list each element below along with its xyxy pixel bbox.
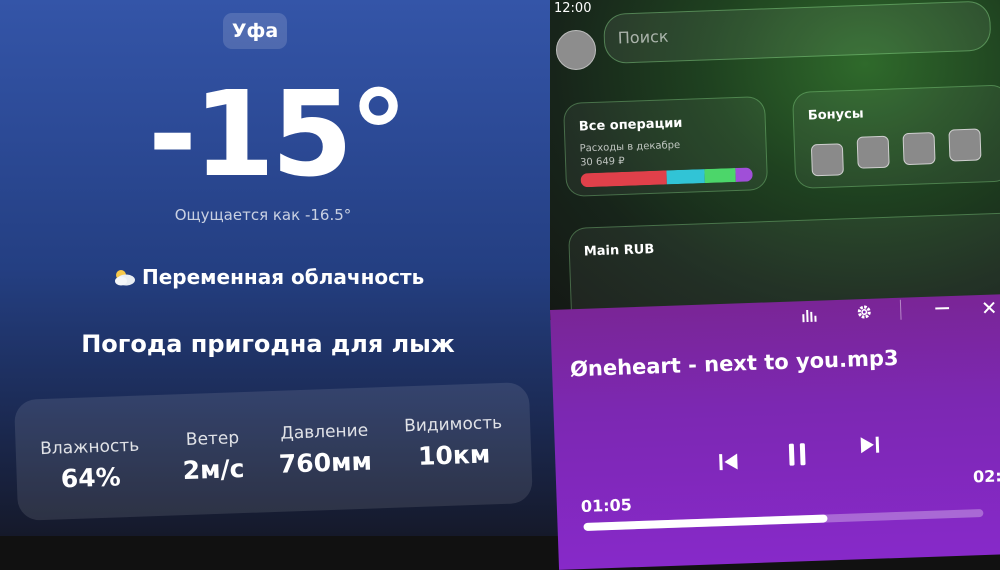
next-icon[interactable] [859,435,882,456]
spending-segment [580,170,667,188]
previous-icon[interactable] [717,451,740,472]
spending-segment [704,168,736,184]
music-player: Øneheart - next to you.mp3 01:05 02:0 [550,293,1000,570]
bonus-tile[interactable] [902,132,936,166]
total-time: 02:0 [972,465,1000,487]
operations-subtitle: Расходы в декабре [579,139,681,155]
partly-cloudy-icon [115,270,135,286]
weather-panel: Уфа -15° Ощущается как -16.5° Переменная… [0,0,560,536]
operations-amount: 30 649 ₽ [579,155,625,169]
condition: Переменная облачность [112,262,424,292]
stat-value: 760мм [278,446,373,479]
stat-label: Видимость [403,412,503,437]
city-badge[interactable]: Уфа [223,13,287,49]
bonus-tile[interactable] [856,135,890,169]
avatar[interactable] [556,30,596,70]
feels-like: Ощущается как -16.5° [174,206,352,224]
stat-value: 2м/с [182,454,245,486]
stat-label: Ветер [185,428,240,451]
stat-pressure: Давление 760мм [269,420,381,479]
spending-bar [580,167,753,188]
progress-bar[interactable] [583,509,984,531]
progress-fill [583,514,828,531]
stat-humidity: Влажность 64% [39,436,141,494]
equalizer-icon[interactable] [800,307,819,324]
stat-label: Давление [280,420,369,444]
stat-visibility: Видимость 10км [393,413,515,472]
minimize-icon[interactable] [935,306,950,310]
toolbar-divider [899,299,902,320]
condition-label: Переменная облачность [142,265,425,289]
status-clock: 12:00 [554,1,592,16]
stats-card: Влажность 64% Ветер 2м/с Давление 760мм … [14,382,533,521]
bonuses-card[interactable]: Бонусы [792,84,1000,189]
stat-label: Влажность [39,435,140,460]
pause-icon[interactable] [786,441,809,468]
bonuses-title: Бонусы [807,106,864,124]
banking-panel: 12:00 Поиск Все операции Расходы в декаб… [550,0,1000,320]
current-time: 01:05 [580,495,633,517]
track-title: Øneheart - next to you.mp3 [569,345,899,382]
operations-card[interactable]: Все операции Расходы в декабре 30 649 ₽ [563,95,769,197]
stat-wind: Ветер 2м/с [167,428,259,486]
settings-icon[interactable] [855,303,874,322]
bonus-tile[interactable] [810,143,844,177]
spending-segment [666,169,705,185]
search-placeholder: Поиск [617,26,669,48]
recommendation: Погода пригодна для лыж [81,330,455,358]
bonus-tile[interactable] [948,128,982,162]
temperature: -15° [148,65,408,203]
stat-value: 64% [60,462,122,494]
close-icon[interactable] [982,300,996,314]
operations-title: Все операции [578,115,683,135]
stat-value: 10км [417,439,491,471]
account-title: Main RUB [583,242,655,260]
spending-segment [735,167,753,183]
search-input[interactable]: Поиск [603,0,992,64]
